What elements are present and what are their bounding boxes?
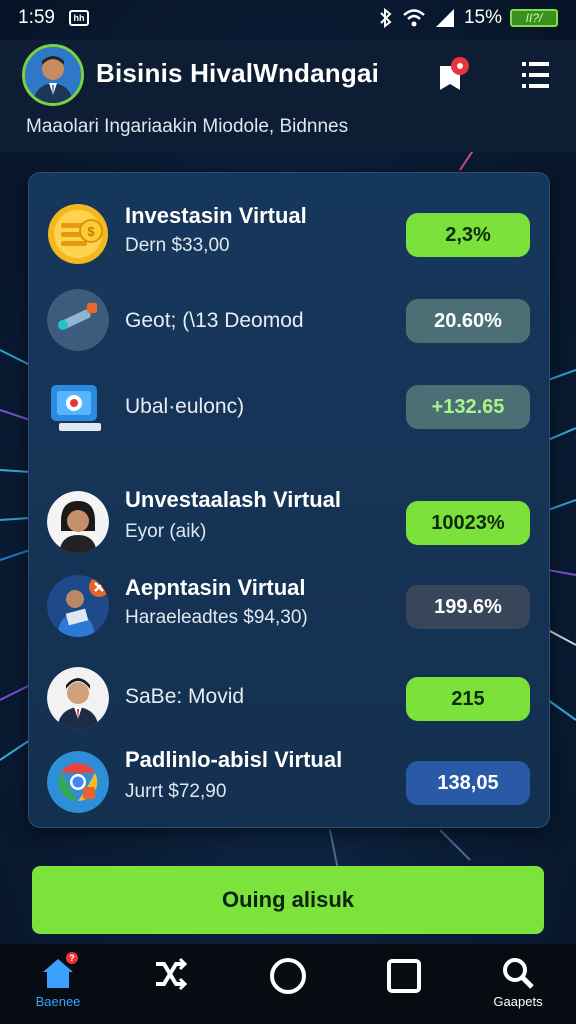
investment-detail: Ubal·eulonc) [125,395,245,418]
circle-home-icon [270,958,306,994]
investment-detail: Geot; (\13 Deomod [125,309,304,332]
wifi-icon [403,9,425,27]
investment-value-badge: 199.6% [406,585,530,629]
chrome-logo-icon [47,751,109,813]
investment-value-badge: 20.60% [406,299,530,343]
investment-name: Investasin Virtual [125,203,307,228]
hamburger-menu-icon[interactable] [518,58,552,92]
notification-badge: ? [64,950,80,966]
list-item[interactable]: $ Investasin Virtual Dern $33,00 2,3% [29,193,551,273]
woman-avatar-icon [47,491,109,553]
signal-icon [435,9,454,27]
investment-detail: Eyor (aik) [125,521,207,542]
gold-coins-icon: $ [47,203,109,265]
man-suit-avatar-icon [47,667,109,729]
investment-detail: Dern $33,00 [125,235,230,256]
investments-card: $ Investasin Virtual Dern $33,00 2,3% Ge… [28,172,550,828]
investment-detail: Jurrt $72,90 [125,781,227,802]
list-item[interactable]: Ubal·eulonc) +132.65 [29,365,551,445]
man-reading-avatar-icon [47,575,109,637]
status-bar: 1:59 hh 15% ӀӀ?/ [0,0,576,36]
battery-percent: 15% [463,7,502,28]
status-time: 1:59 [18,7,55,28]
list-item[interactable]: Unvestaalash Virtual Eyor (aik) 10023% [29,481,551,561]
investment-value-badge: 2,3% [406,213,530,257]
user-avatar-icon[interactable] [22,44,84,106]
nav-search[interactable]: Gaapets [478,956,558,1020]
investment-name: Padlinlo-abisl Virtual [125,747,343,772]
header-subtitle: Maaolari Ingariaakin Miodole, Bidnnes [26,116,349,137]
list-item[interactable]: Padlinlo-abisl Virtual Jurrt $72,90 138,… [29,741,551,821]
monitor-icon [47,375,109,437]
list-item[interactable]: Geot; (\13 Deomod 20.60% [29,279,551,359]
bell-icon[interactable] [432,56,472,96]
investment-value-badge: 10023% [406,501,530,545]
app-screen: 1:59 hh 15% ӀӀ?/ Bisinis HivalWndangai M… [0,0,576,1024]
shuffle-icon [156,957,188,991]
list-item[interactable]: Aepntasin Virtual Haraeleadtes $94,30) 1… [29,565,551,645]
list-item[interactable]: SaBe: Movid 215 [29,657,551,737]
nav-home[interactable]: ? Baenee [18,950,98,1020]
nav-search-label: Gaapets [493,994,543,1009]
investment-value-badge: +132.65 [406,385,530,429]
battery-icon: ӀӀ?/ [510,9,558,27]
nav-home-label: Baenee [35,994,81,1009]
bluetooth-icon [380,8,392,28]
nav-recents[interactable] [364,956,444,1020]
investment-detail: Haraeleadtes $94,30) [125,607,308,628]
app-title: Bisinis HivalWndangai [96,58,380,88]
primary-action-button[interactable]: Ouing alisuk [32,866,544,934]
svg-text:$: $ [87,224,95,239]
tool-icon [47,289,109,351]
nav-system-home[interactable] [248,956,328,1020]
square-recents-icon [387,959,421,993]
investment-detail: SaBe: Movid [125,685,245,708]
bottom-nav: ? Baenee Gaapets [0,944,576,1024]
investment-name: Unvestaalash Virtual [125,487,342,512]
app-header: Bisinis HivalWndangai Maaolari Ingariaak… [0,40,576,152]
notification-indicator-icon: hh [68,10,89,26]
search-icon [503,958,534,989]
investment-name: Aepntasin Virtual [125,575,306,600]
nav-shuffle[interactable] [130,956,210,1020]
investment-value-badge: 215 [406,677,530,721]
investment-value-badge: 138,05 [406,761,530,805]
